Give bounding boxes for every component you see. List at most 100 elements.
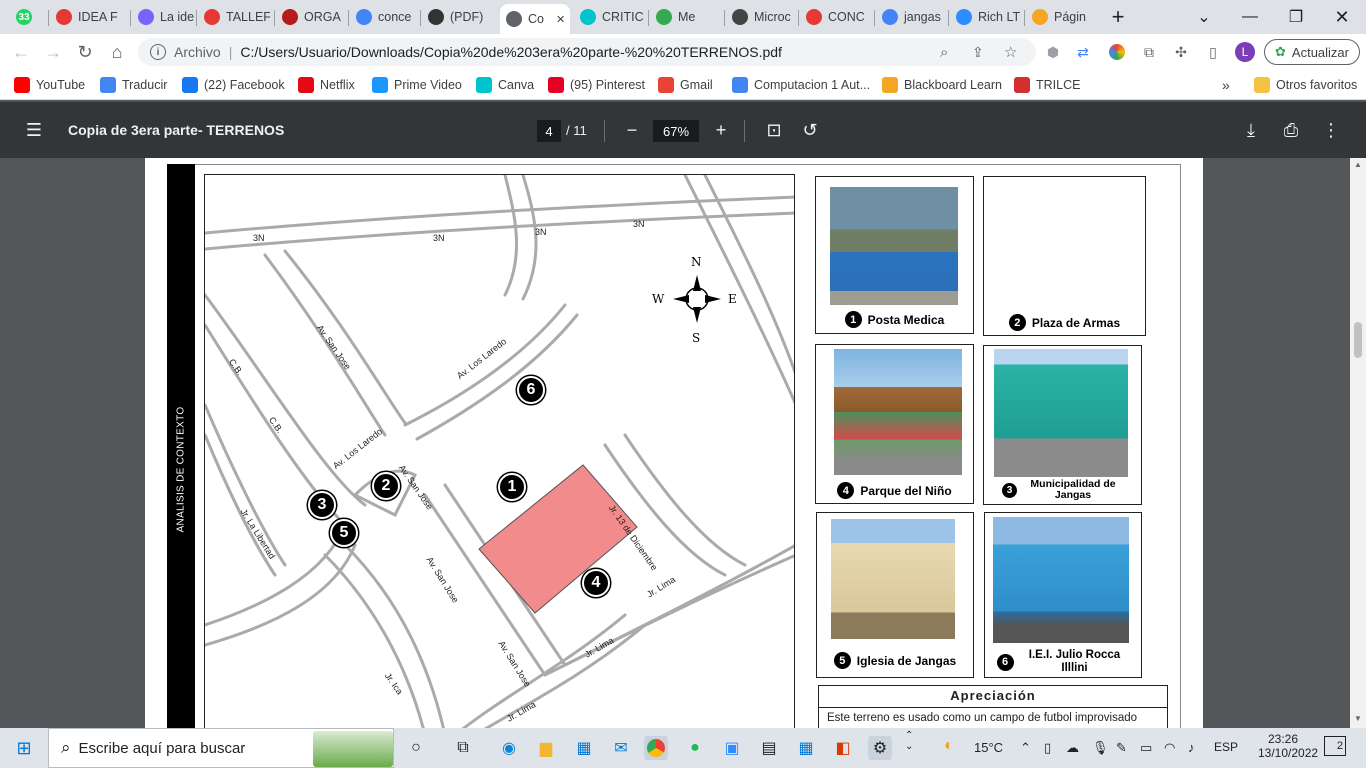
browser-tab[interactable]: TALLEF bbox=[198, 4, 270, 30]
home-icon[interactable]: ⌂ bbox=[104, 40, 130, 64]
chrome-icon[interactable] bbox=[644, 736, 668, 760]
microphone-icon[interactable]: 🎙 bbox=[1092, 740, 1109, 756]
download-extension-icon[interactable]: ⧉ bbox=[1140, 43, 1158, 61]
bookmark-item[interactable]: Prime Video bbox=[372, 76, 462, 94]
calculator-icon[interactable]: ▤ bbox=[757, 736, 781, 760]
fit-page-icon[interactable]: ⊡ bbox=[762, 118, 786, 142]
browser-tab[interactable]: (PDF) bbox=[422, 4, 494, 30]
bookmark-item[interactable]: Netflix bbox=[298, 76, 355, 94]
store-icon[interactable]: ▦ bbox=[572, 736, 596, 760]
restore-button[interactable]: ❐ bbox=[1276, 4, 1316, 30]
address-scheme: Archivo bbox=[174, 44, 221, 60]
browser-tab[interactable]: jangas bbox=[876, 4, 944, 30]
pen-tray-icon[interactable]: ✎ bbox=[1116, 740, 1127, 756]
browser-tab[interactable]: CRITIC bbox=[574, 4, 644, 30]
browser-tab[interactable]: La ide bbox=[132, 4, 194, 30]
bookmark-item[interactable]: Traducir bbox=[100, 76, 167, 94]
tray-scroll-icon[interactable]: ⌃ ⌄ bbox=[905, 730, 913, 752]
vertical-scrollbar[interactable]: ▲ ▼ bbox=[1350, 158, 1366, 728]
new-tab-button[interactable]: + bbox=[1098, 4, 1138, 30]
bookmark-label: Computacion 1 Aut... bbox=[754, 78, 871, 92]
browser-tab[interactable]: Rich LT bbox=[950, 4, 1020, 30]
weather-icon[interactable]: ◐ bbox=[944, 737, 954, 755]
more-bookmarks-icon[interactable]: » bbox=[1222, 76, 1230, 94]
bookmark-item[interactable]: YouTube bbox=[14, 76, 85, 94]
mail-icon bbox=[656, 9, 672, 25]
cortana-icon[interactable]: ○ bbox=[404, 736, 428, 760]
sidepanel-icon[interactable]: ▯ bbox=[1204, 43, 1222, 61]
back-icon[interactable]: ← bbox=[8, 40, 34, 64]
browser-tab[interactable]: Co ✕ bbox=[500, 4, 570, 34]
language-indicator[interactable]: ESP bbox=[1214, 740, 1238, 754]
show-hidden-icon[interactable]: ⌃ bbox=[1020, 740, 1031, 756]
share-icon[interactable]: ⇪ bbox=[972, 44, 984, 61]
bookmark-label: TRILCE bbox=[1036, 78, 1081, 92]
info-icon[interactable]: i bbox=[150, 44, 166, 60]
browser-tab[interactable]: 33 bbox=[10, 4, 44, 30]
office-icon[interactable]: ◧ bbox=[831, 736, 855, 760]
bookmark-item[interactable]: Canva bbox=[476, 76, 534, 94]
bookmark-item[interactable]: Gmail bbox=[658, 76, 713, 94]
bookmark-star-icon[interactable]: ☆ bbox=[1004, 43, 1017, 61]
calendar-icon[interactable]: ▦ bbox=[794, 736, 818, 760]
edge-icon[interactable]: ◉ bbox=[497, 736, 521, 760]
menu-icon[interactable]: ☰ bbox=[22, 118, 46, 142]
browser-tab[interactable]: conce bbox=[350, 4, 416, 30]
extension-icon[interactable]: ⬢ bbox=[1044, 43, 1062, 61]
clock[interactable]: 23:26 13/10/2022 bbox=[1258, 732, 1318, 760]
battery-icon[interactable]: ▭ bbox=[1140, 740, 1152, 756]
puzzle-icon[interactable]: ✣ bbox=[1172, 43, 1190, 61]
bookmarks-bar: YouTube Traducir (22) Facebook Netflix Prime… bbox=[0, 70, 1366, 100]
other-favorites[interactable]: Otros favoritos bbox=[1254, 76, 1357, 94]
scroll-thumb[interactable] bbox=[1354, 322, 1362, 358]
zoom-search-icon[interactable]: ⌕ bbox=[940, 44, 948, 61]
bookmark-item[interactable]: Blackboard Learn bbox=[882, 76, 1002, 94]
task-view-icon[interactable]: ⧉ bbox=[451, 736, 475, 760]
browser-tab[interactable]: Me bbox=[650, 4, 720, 30]
browser-tab[interactable]: Págin bbox=[1026, 4, 1096, 30]
bookmark-item[interactable]: Computacion 1 Aut... bbox=[732, 76, 870, 94]
scroll-up-icon[interactable]: ▲ bbox=[1354, 160, 1362, 169]
translate-extension-icon[interactable]: ⇄ bbox=[1074, 43, 1092, 61]
mail-icon[interactable]: ✉ bbox=[609, 736, 633, 760]
onedrive-icon[interactable]: ☁ bbox=[1066, 740, 1079, 756]
browser-tab[interactable]: CONC bbox=[800, 4, 870, 30]
tray-app-icon[interactable]: ▯ bbox=[1044, 740, 1051, 756]
notifications-icon[interactable]: 2 bbox=[1324, 736, 1346, 756]
pdf-viewer[interactable]: ANALISIS DE CONTEXTO 3N 3N 3N 3N Av. San Jos… bbox=[0, 158, 1350, 728]
zoom-out-icon[interactable]: − bbox=[620, 118, 644, 142]
weather-temp[interactable]: 15°C bbox=[974, 740, 1003, 755]
page-number-input[interactable]: 4 bbox=[537, 120, 561, 142]
windows-start-icon[interactable]: ⊞ bbox=[12, 736, 36, 760]
volume-icon[interactable]: ♪ bbox=[1188, 740, 1195, 755]
zoom-in-icon[interactable]: + bbox=[709, 118, 733, 142]
minimize-button[interactable]: — bbox=[1230, 4, 1270, 30]
bookmark-item[interactable]: TRILCE bbox=[1014, 76, 1080, 94]
profile-avatar[interactable]: L bbox=[1235, 42, 1255, 62]
browser-tab[interactable]: Microc bbox=[726, 4, 794, 30]
file-explorer-icon[interactable]: ▆ bbox=[534, 736, 558, 760]
forward-icon[interactable]: → bbox=[40, 40, 66, 64]
rotate-icon[interactable]: ↺ bbox=[798, 118, 822, 142]
tab-search-icon[interactable]: ⌄ bbox=[1184, 4, 1224, 30]
print-icon[interactable]: ⎙ bbox=[1279, 118, 1303, 142]
settings-icon[interactable]: ⚙ bbox=[868, 736, 892, 760]
bookmark-item[interactable]: (95) Pinterest bbox=[548, 76, 645, 94]
scroll-down-icon[interactable]: ▼ bbox=[1354, 714, 1362, 723]
address-bar[interactable]: i Archivo | C:/Users/Usuario/Downloads/C… bbox=[138, 38, 1036, 66]
taskbar-search[interactable]: ⌕ Escribe aquí para buscar bbox=[48, 728, 394, 768]
browser-tab[interactable]: ORGA bbox=[276, 4, 344, 30]
record-extension-icon[interactable] bbox=[1108, 43, 1126, 61]
more-options-icon[interactable]: ⋮ bbox=[1319, 118, 1343, 142]
reload-icon[interactable]: ↻ bbox=[72, 40, 98, 64]
bookmark-item[interactable]: (22) Facebook bbox=[182, 76, 285, 94]
spotify-icon[interactable]: ● bbox=[683, 736, 707, 760]
zoom-app-icon[interactable]: ▣ bbox=[720, 736, 744, 760]
update-button[interactable]: ✿ Actualizar bbox=[1264, 39, 1360, 65]
zoom-input[interactable]: 67% bbox=[653, 120, 699, 142]
wifi-icon[interactable]: ◠ bbox=[1164, 740, 1175, 756]
close-tab-icon[interactable]: ✕ bbox=[556, 13, 565, 26]
browser-tab[interactable]: IDEA F bbox=[50, 4, 126, 30]
download-icon[interactable]: ⤓ bbox=[1239, 118, 1263, 142]
close-window-button[interactable]: ✕ bbox=[1322, 4, 1362, 30]
